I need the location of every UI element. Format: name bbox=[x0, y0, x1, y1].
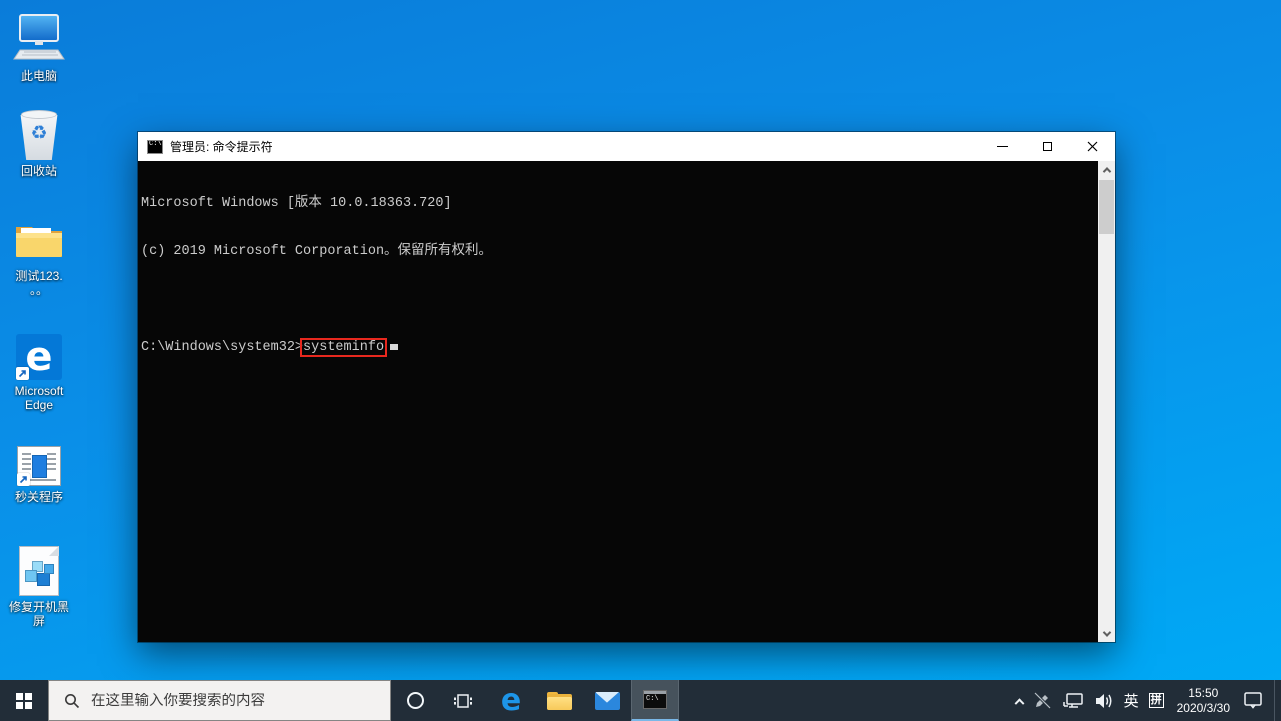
close-button[interactable] bbox=[1070, 132, 1115, 161]
edge-taskbar-button[interactable]: e bbox=[487, 680, 535, 721]
scroll-up-button[interactable] bbox=[1098, 161, 1115, 178]
recycle-bin-icon: ♻ bbox=[19, 108, 59, 160]
volume-tray-button[interactable] bbox=[1089, 680, 1119, 721]
desktop-icon-label: 回收站 bbox=[20, 164, 57, 178]
desktop-icon-label: Microsoft Edge bbox=[14, 384, 64, 412]
console-line-copyright: (c) 2019 Microsoft Corporation。保留所有权利。 bbox=[141, 244, 493, 259]
show-desktop-divider[interactable] bbox=[1274, 680, 1275, 721]
ime-mode-icon: 拼 bbox=[1148, 693, 1164, 708]
chevron-up-icon bbox=[1014, 698, 1025, 709]
cmd-window-title: 管理员: 命令提示符 bbox=[170, 140, 273, 154]
console-output[interactable]: Microsoft Windows [版本 10.0.18363.720] (c… bbox=[138, 161, 1115, 642]
console-prompt: C:\Windows\system32> bbox=[141, 340, 304, 355]
network-icon bbox=[1062, 692, 1083, 708]
console-line-version: Microsoft Windows [版本 10.0.18363.720] bbox=[141, 196, 452, 211]
cmd-taskbar-button[interactable]: C:\ bbox=[631, 680, 679, 721]
maximize-icon bbox=[1043, 142, 1052, 151]
file-explorer-button[interactable] bbox=[535, 680, 583, 721]
file-explorer-icon bbox=[546, 691, 572, 710]
mail-button[interactable] bbox=[583, 680, 631, 721]
desktop-icon-label: 此电脑 bbox=[20, 69, 57, 83]
desktop-icon-label: 测试123. 。。 bbox=[15, 269, 63, 297]
clock-time: 15:50 bbox=[1188, 685, 1219, 700]
notification-icon bbox=[1244, 692, 1262, 709]
task-view-icon bbox=[454, 693, 472, 708]
taskbar-search-box[interactable] bbox=[48, 680, 391, 721]
pen-slash-icon bbox=[1033, 691, 1051, 710]
desktop-icon-recycle-bin[interactable]: ♻ 回收站 bbox=[0, 108, 78, 178]
cmd-icon: C:\ bbox=[643, 690, 667, 709]
scroll-down-button[interactable] bbox=[1098, 625, 1115, 642]
minimize-icon bbox=[997, 146, 1008, 147]
shortcut-arrow-icon bbox=[16, 367, 29, 380]
windows-logo-icon bbox=[16, 692, 32, 709]
pen-disabled-tray-button[interactable] bbox=[1028, 680, 1057, 721]
desktop-icon-test-folder[interactable]: 测试123. 。。 bbox=[0, 220, 78, 297]
taskbar: e C:\ bbox=[0, 680, 1281, 721]
start-button[interactable] bbox=[0, 680, 48, 721]
folder-icon bbox=[13, 220, 65, 265]
close-icon bbox=[1087, 141, 1098, 152]
cortana-icon bbox=[406, 692, 424, 709]
cmd-title-bar[interactable]: C:\ 管理员: 命令提示符 bbox=[138, 132, 1115, 161]
chevron-up-icon bbox=[1102, 166, 1111, 176]
cmd-window: C:\ 管理员: 命令提示符 Microsoft Windows [版本 10.… bbox=[138, 132, 1115, 642]
ime-language-indicator[interactable]: 英 bbox=[1119, 680, 1144, 721]
ime-mode-indicator[interactable]: 拼 bbox=[1144, 680, 1169, 721]
chevron-down-icon bbox=[1102, 627, 1111, 637]
clock-date: 2020/3/30 bbox=[1176, 700, 1230, 715]
desktop-icon-edge[interactable]: e Microsoft Edge bbox=[0, 334, 78, 412]
console-scrollbar[interactable] bbox=[1098, 161, 1115, 642]
network-tray-button[interactable] bbox=[1057, 680, 1089, 721]
program-window-icon bbox=[17, 446, 61, 486]
registry-file-icon bbox=[19, 546, 59, 596]
desktop-icon-label: 修复开机黑 屏 bbox=[8, 600, 69, 628]
maximize-button[interactable] bbox=[1025, 132, 1070, 161]
system-tray: 英 拼 15:50 2020/3/30 bbox=[1011, 680, 1281, 721]
console-cursor bbox=[390, 344, 399, 350]
desktop-icon-registry-fix[interactable]: 修复开机黑 屏 bbox=[0, 546, 78, 628]
highlighted-command: systeminfo bbox=[300, 338, 388, 357]
scrollbar-thumb[interactable] bbox=[1099, 180, 1114, 234]
console-prompt-line: C:\Windows\system32>systeminfo bbox=[141, 338, 1095, 357]
tray-expand-button[interactable] bbox=[1011, 680, 1028, 721]
desktop-icon-this-pc[interactable]: 此电脑 bbox=[0, 14, 78, 83]
desktop-icon-label: 秒关程序 bbox=[14, 490, 63, 504]
shortcut-arrow-icon bbox=[17, 473, 30, 486]
cmd-window-icon: C:\ bbox=[147, 139, 163, 154]
desktop-icon-program[interactable]: 秒关程序 bbox=[0, 446, 78, 504]
this-pc-icon bbox=[12, 14, 66, 65]
mail-icon bbox=[594, 691, 620, 710]
taskbar-clock[interactable]: 15:50 2020/3/30 bbox=[1169, 686, 1238, 716]
search-input[interactable] bbox=[91, 692, 361, 709]
task-view-button[interactable] bbox=[439, 680, 487, 721]
search-icon bbox=[65, 693, 80, 708]
edge-icon: e bbox=[16, 334, 62, 380]
action-center-button[interactable] bbox=[1238, 680, 1268, 721]
speaker-icon bbox=[1095, 693, 1112, 708]
edge-icon: e bbox=[500, 682, 522, 718]
desktop-background[interactable]: 此电脑 ♻ 回收站 测试123. 。。 e Microsoft Edge 秒关程… bbox=[0, 0, 1281, 680]
minimize-button[interactable] bbox=[980, 132, 1025, 161]
cortana-button[interactable] bbox=[391, 680, 439, 721]
